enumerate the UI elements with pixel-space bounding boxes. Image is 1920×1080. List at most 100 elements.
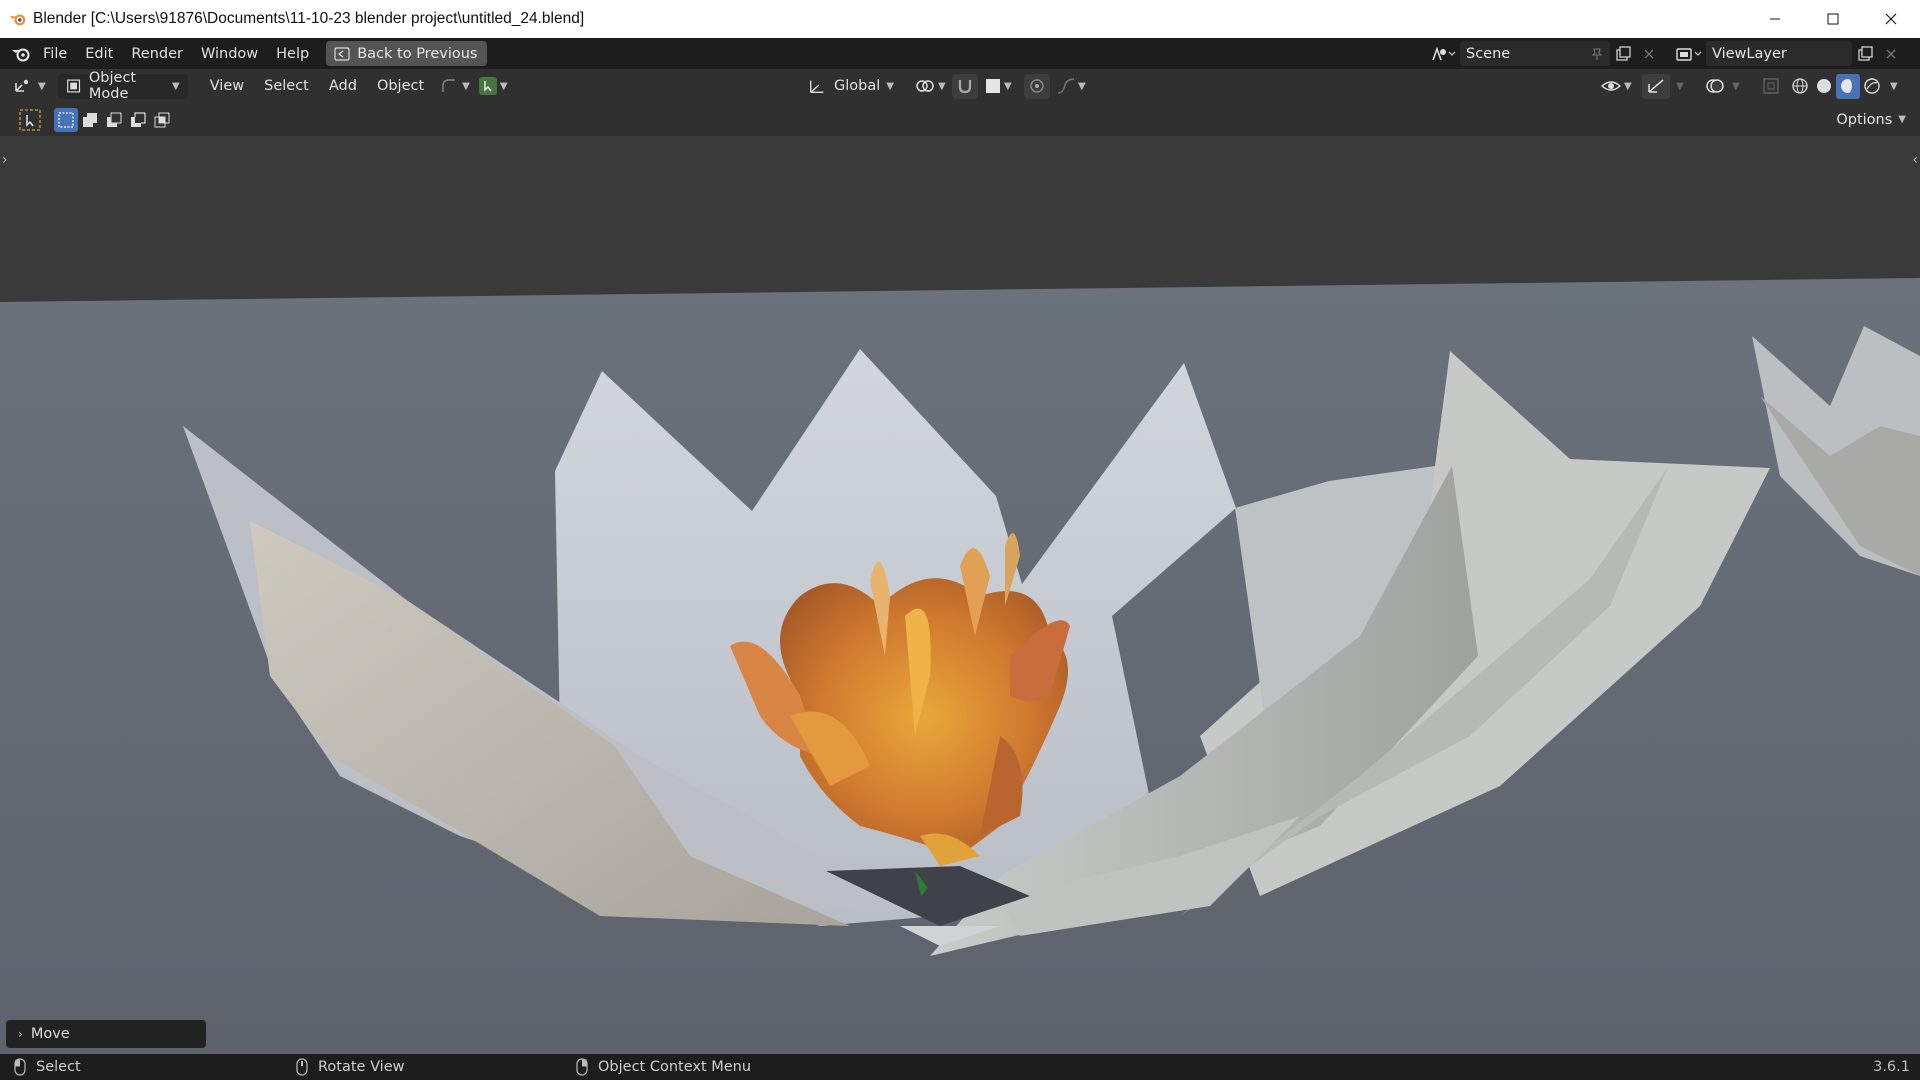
tool-settings-bar: Options ▼ (0, 103, 1920, 136)
minimize-icon[interactable] (1746, 0, 1804, 38)
visibility-dropdown[interactable]: ▼ (1596, 74, 1636, 99)
menu-file[interactable]: File (34, 41, 76, 67)
last-operator-panel[interactable]: › Move (6, 1020, 206, 1048)
back-to-previous-button[interactable]: Back to Previous (326, 41, 488, 66)
mouse-left-icon (14, 1058, 26, 1076)
proportional-editing-icon (1030, 79, 1044, 93)
falloff-curve-icon (1057, 78, 1075, 94)
shading-solid-button[interactable] (1812, 74, 1836, 99)
object-mode-icon (66, 79, 80, 93)
view-layer-selector[interactable]: ViewLayer (1672, 41, 1904, 66)
wireframe-icon (1792, 78, 1808, 94)
menu-render[interactable]: Render (122, 41, 192, 67)
back-icon (334, 46, 350, 61)
scene-name: Scene (1466, 45, 1511, 62)
material-preview-icon (1841, 79, 1855, 93)
version-label: 3.6.1 (1873, 1059, 1910, 1075)
global-axes-icon (810, 80, 824, 93)
view-layer-field[interactable]: ViewLayer (1706, 41, 1852, 66)
editor-type-selector[interactable]: ▼ (10, 74, 50, 99)
falloff-dropdown[interactable]: ▼ (1052, 74, 1090, 99)
operator-label: Move (30, 1026, 70, 1042)
scene-selector[interactable]: Scene (1426, 41, 1662, 66)
viewport-scene (0, 136, 1920, 1054)
mode-subtract-icon[interactable] (102, 108, 126, 132)
gizmo-toggle[interactable] (1642, 73, 1670, 99)
mouse-right-icon (576, 1058, 588, 1076)
back-to-previous-label: Back to Previous (357, 45, 478, 62)
window-title: Blender [C:\Users\91876\Documents\11-10-… (33, 10, 585, 27)
add-menu[interactable]: Add (321, 74, 365, 99)
proportional-editing-toggle[interactable] (1024, 73, 1050, 99)
pin-icon[interactable] (1590, 47, 1604, 61)
select-box-tool-icon[interactable] (18, 108, 42, 132)
window-titlebar: Blender [C:\Users\91876\Documents\11-10-… (0, 0, 1920, 38)
scene-icon[interactable] (1426, 41, 1460, 66)
solid-icon (1817, 79, 1831, 93)
viewport-header: ▼ Object Mode ▼ View Select Add Object ▼… (0, 69, 1920, 103)
expand-chevron-icon: › (18, 1027, 23, 1041)
scene-name-field[interactable]: Scene (1460, 41, 1610, 66)
blender-logo-icon (9, 14, 26, 26)
transform-orientation-dropdown[interactable]: Global ▼ (800, 74, 902, 99)
object-mode-dropdown[interactable]: Object Mode ▼ (57, 70, 188, 102)
menu-edit[interactable]: Edit (76, 41, 122, 67)
status-select-label: Select (36, 1059, 81, 1075)
snap-target-dropdown[interactable]: ▼ (980, 74, 1016, 99)
overlays-dropdown[interactable]: ▼ (1728, 74, 1744, 99)
menu-help[interactable]: Help (267, 41, 318, 67)
3d-viewport[interactable] (0, 136, 1920, 1054)
overlays-icon (1706, 79, 1724, 93)
new-view-layer-icon[interactable] (1852, 41, 1878, 66)
delete-scene-icon[interactable] (1636, 41, 1662, 66)
mode-extend-icon[interactable] (78, 108, 102, 132)
snap-curve-dropdown[interactable]: ▼ (436, 74, 474, 99)
sidebar-expand-icon[interactable]: ‹ (1912, 152, 1918, 168)
options-label: Options (1836, 111, 1893, 128)
status-context-label: Object Context Menu (598, 1059, 752, 1075)
select-menu[interactable]: Select (256, 74, 317, 99)
shading-dropdown[interactable]: ▼ (1886, 74, 1902, 99)
xray-toggle[interactable] (1758, 74, 1784, 99)
gizmo-dropdown[interactable]: ▼ (1672, 74, 1688, 99)
blender-menu-icon[interactable] (8, 41, 34, 66)
options-dropdown[interactable]: Options ▼ (1828, 107, 1914, 132)
active-tool-icon (478, 77, 497, 95)
status-rotate: Rotate View (296, 1057, 405, 1077)
curve-icon (442, 79, 456, 92)
viewport-editor-icon (15, 79, 29, 92)
mode-intersect-icon[interactable] (150, 108, 174, 132)
view-layer-icon[interactable] (1672, 41, 1706, 66)
overlays-toggle[interactable] (1700, 74, 1730, 99)
mode-invert-icon[interactable] (126, 108, 150, 132)
status-select: Select (14, 1057, 81, 1077)
transform-orientation-label: Global (834, 78, 881, 94)
eye-icon (1600, 81, 1622, 91)
gizmo-icon (1648, 79, 1664, 93)
close-icon[interactable] (1862, 0, 1920, 38)
pivot-icon (916, 80, 934, 92)
status-bar: Select Rotate View Object Context Menu 3… (0, 1054, 1920, 1080)
delete-view-layer-icon[interactable] (1878, 41, 1904, 66)
mouse-middle-icon (296, 1058, 308, 1076)
snap-toggle[interactable] (952, 73, 978, 99)
top-bar: File Edit Render Window Help Back to Pre… (0, 38, 1920, 69)
status-rotate-label: Rotate View (318, 1059, 405, 1075)
shading-wireframe-button[interactable] (1788, 74, 1812, 99)
maximize-icon[interactable] (1804, 0, 1862, 38)
object-menu[interactable]: Object (369, 74, 432, 99)
object-mode-label: Object Mode (88, 70, 137, 102)
view-menu[interactable]: View (202, 74, 252, 99)
rendered-icon (1864, 78, 1880, 94)
shading-material-button[interactable] (1836, 73, 1860, 99)
shading-rendered-button[interactable] (1860, 74, 1884, 99)
status-context-menu: Object Context Menu (576, 1057, 751, 1077)
new-scene-icon[interactable] (1610, 41, 1636, 66)
toolbar-expand-icon[interactable]: › (2, 152, 8, 168)
active-tool-dropdown[interactable]: ▼ (474, 74, 512, 99)
mode-set-icon[interactable] (54, 108, 78, 132)
magnet-icon (958, 80, 972, 94)
menu-window[interactable]: Window (192, 41, 267, 67)
pivot-point-dropdown[interactable]: ▼ (910, 74, 950, 99)
snap-increment-icon (986, 79, 1000, 93)
